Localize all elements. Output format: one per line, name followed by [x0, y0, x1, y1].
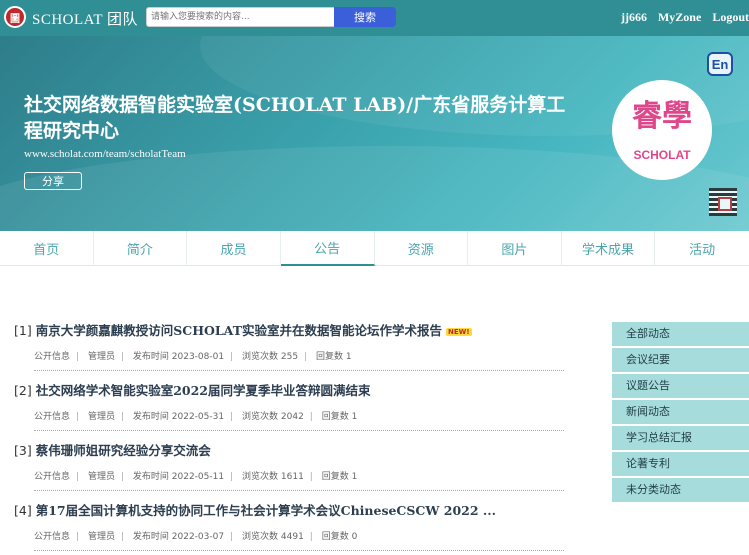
team-logo-mark: 睿學: [632, 99, 692, 134]
post-author[interactable]: 管理员: [88, 412, 115, 422]
post-index: [3]: [14, 443, 32, 458]
brand-name[interactable]: SCHOLAT 团队: [32, 8, 138, 29]
category-minutes[interactable]: 会议纪要: [612, 348, 749, 372]
divider: [34, 430, 564, 431]
replies-label: 回复数: [321, 412, 349, 422]
post-replies: 1: [345, 352, 352, 362]
post-title[interactable]: [3] 蔡伟珊师姐研究经验分享交流会: [14, 440, 574, 459]
post-meta: 公开信息 | 管理员 | 发布时间 2022-03-07 | 浏览次数 4491 | 回…: [34, 532, 358, 542]
post-visibility: 公开信息: [34, 472, 71, 482]
post-views: 4491: [280, 532, 304, 542]
list-item: [3] 蔡伟珊师姐研究经验分享交流会 公开信息 | 管理员 | 发布时间 2022-0…: [14, 440, 574, 500]
post-author[interactable]: 管理员: [88, 532, 115, 542]
language-toggle-button[interactable]: En: [707, 52, 733, 76]
post-title[interactable]: [4] 第17届全国计算机支持的协同工作与社会计算学术会议ChineseCSCW …: [14, 500, 574, 519]
divider: [34, 490, 564, 491]
post-title-text[interactable]: 第17届全国计算机支持的协同工作与社会计算学术会议ChineseCSCW 202…: [36, 503, 496, 518]
published-label: 发布时间: [132, 352, 169, 362]
myzone-link[interactable]: MyZone: [658, 10, 701, 24]
list-item: [1] 南京大学颜嘉麒教授访问SCHOLAT实验室并在数据智能论坛作学术报告 NEW…: [14, 320, 574, 380]
published-label: 发布时间: [132, 412, 169, 422]
search-input[interactable]: [146, 7, 334, 27]
post-title[interactable]: [1] 南京大学颜嘉麒教授访问SCHOLAT实验室并在数据智能论坛作学术报告 NEW…: [14, 320, 574, 339]
tab-home[interactable]: 首页: [0, 231, 94, 266]
tab-activities[interactable]: 活动: [655, 231, 749, 266]
replies-label: 回复数: [316, 352, 344, 362]
published-label: 发布时间: [132, 532, 169, 542]
replies-label: 回复数: [321, 532, 349, 542]
post-views: 2042: [280, 412, 304, 422]
views-label: 浏览次数: [242, 472, 279, 482]
tab-intro[interactable]: 简介: [94, 231, 188, 266]
list-item: [2] 社交网络学术智能实验室2022届同学夏季毕业答辩圆满结束 公开信息 | 管理…: [14, 380, 574, 440]
category-study-reports[interactable]: 学习总结汇报: [612, 426, 749, 450]
announcement-list: [1] 南京大学颜嘉麒教授访问SCHOLAT实验室并在数据智能论坛作学术报告 NEW…: [14, 320, 574, 555]
category-all[interactable]: 全部动态: [612, 322, 749, 346]
list-item: [4] 第17届全国计算机支持的协同工作与社会计算学术会议ChineseCSCW …: [14, 500, 574, 555]
post-replies: 0: [351, 532, 358, 542]
tab-members[interactable]: 成员: [187, 231, 281, 266]
post-meta: 公开信息 | 管理员 | 发布时间 2022-05-11 | 浏览次数 1611 | 回…: [34, 472, 358, 482]
category-news[interactable]: 新闻动态: [612, 400, 749, 424]
post-date: 2022-03-07: [171, 532, 225, 542]
post-date: 2023-08-01: [171, 352, 225, 362]
views-label: 浏览次数: [242, 532, 279, 542]
username-link[interactable]: jj666: [621, 10, 647, 24]
post-visibility: 公开信息: [34, 352, 71, 362]
post-date: 2022-05-31: [171, 412, 225, 422]
post-replies: 1: [351, 412, 358, 422]
tab-resources[interactable]: 资源: [375, 231, 469, 266]
post-meta: 公开信息 | 管理员 | 发布时间 2023-08-01 | 浏览次数 255 | 回复…: [34, 352, 352, 362]
category-menu: 全部动态 会议纪要 议题公告 新闻动态 学习总结汇报 论著专利 未分类动态: [612, 322, 749, 504]
post-date: 2022-05-11: [171, 472, 225, 482]
tab-photos[interactable]: 图片: [468, 231, 562, 266]
category-topics[interactable]: 议题公告: [612, 374, 749, 398]
share-button[interactable]: 分享: [24, 172, 82, 190]
category-uncategorized[interactable]: 未分类动态: [612, 478, 749, 502]
scholat-logo-icon[interactable]: 圖: [4, 6, 26, 28]
new-badge: NEW!: [446, 327, 472, 336]
team-url[interactable]: www.scholat.com/team/scholatTeam: [24, 148, 186, 160]
tab-announcements[interactable]: 公告: [280, 231, 375, 266]
post-author[interactable]: 管理员: [88, 352, 115, 362]
post-visibility: 公开信息: [34, 532, 71, 542]
post-index: [2]: [14, 383, 32, 398]
post-title-text[interactable]: 南京大学颜嘉麒教授访问SCHOLAT实验室并在数据智能论坛作学术报告: [36, 323, 442, 338]
replies-label: 回复数: [321, 472, 349, 482]
post-author[interactable]: 管理员: [88, 472, 115, 482]
tab-publications[interactable]: 学术成果: [562, 231, 656, 266]
logout-link[interactable]: Logout: [712, 10, 749, 24]
team-banner: 社交网络数据智能实验室(SCHOLAT LAB)/广东省服务计算工程研究中心 w…: [0, 36, 749, 231]
user-links: jj666 MyZone Logout: [613, 10, 749, 25]
views-label: 浏览次数: [242, 352, 279, 362]
top-bar: 圖 SCHOLAT 团队 搜索 jj666 MyZone Logout: [0, 0, 749, 36]
category-publications[interactable]: 论著专利: [612, 452, 749, 476]
divider: [34, 370, 564, 371]
team-title: 社交网络数据智能实验室(SCHOLAT LAB)/广东省服务计算工程研究中心: [24, 94, 566, 142]
team-logo-text: SCHOLAT: [633, 148, 691, 162]
post-meta: 公开信息 | 管理员 | 发布时间 2022-05-31 | 浏览次数 2042 | 回…: [34, 412, 358, 422]
divider: [34, 550, 564, 551]
team-logo: 睿學 SCHOLAT: [612, 80, 712, 180]
qr-code-icon[interactable]: [709, 188, 737, 216]
post-title[interactable]: [2] 社交网络学术智能实验室2022届同学夏季毕业答辩圆满结束: [14, 380, 574, 399]
post-visibility: 公开信息: [34, 412, 71, 422]
post-replies: 1: [351, 472, 358, 482]
post-title-text[interactable]: 社交网络学术智能实验室2022届同学夏季毕业答辩圆满结束: [36, 383, 371, 398]
post-title-text[interactable]: 蔡伟珊师姐研究经验分享交流会: [36, 443, 211, 458]
post-index: [1]: [14, 323, 32, 338]
search-button[interactable]: 搜索: [334, 7, 396, 27]
post-views: 255: [280, 352, 299, 362]
post-views: 1611: [280, 472, 304, 482]
post-index: [4]: [14, 503, 32, 518]
views-label: 浏览次数: [242, 412, 279, 422]
published-label: 发布时间: [132, 472, 169, 482]
team-nav-tabs: 首页 简介 成员 公告 资源 图片 学术成果 活动: [0, 231, 749, 266]
